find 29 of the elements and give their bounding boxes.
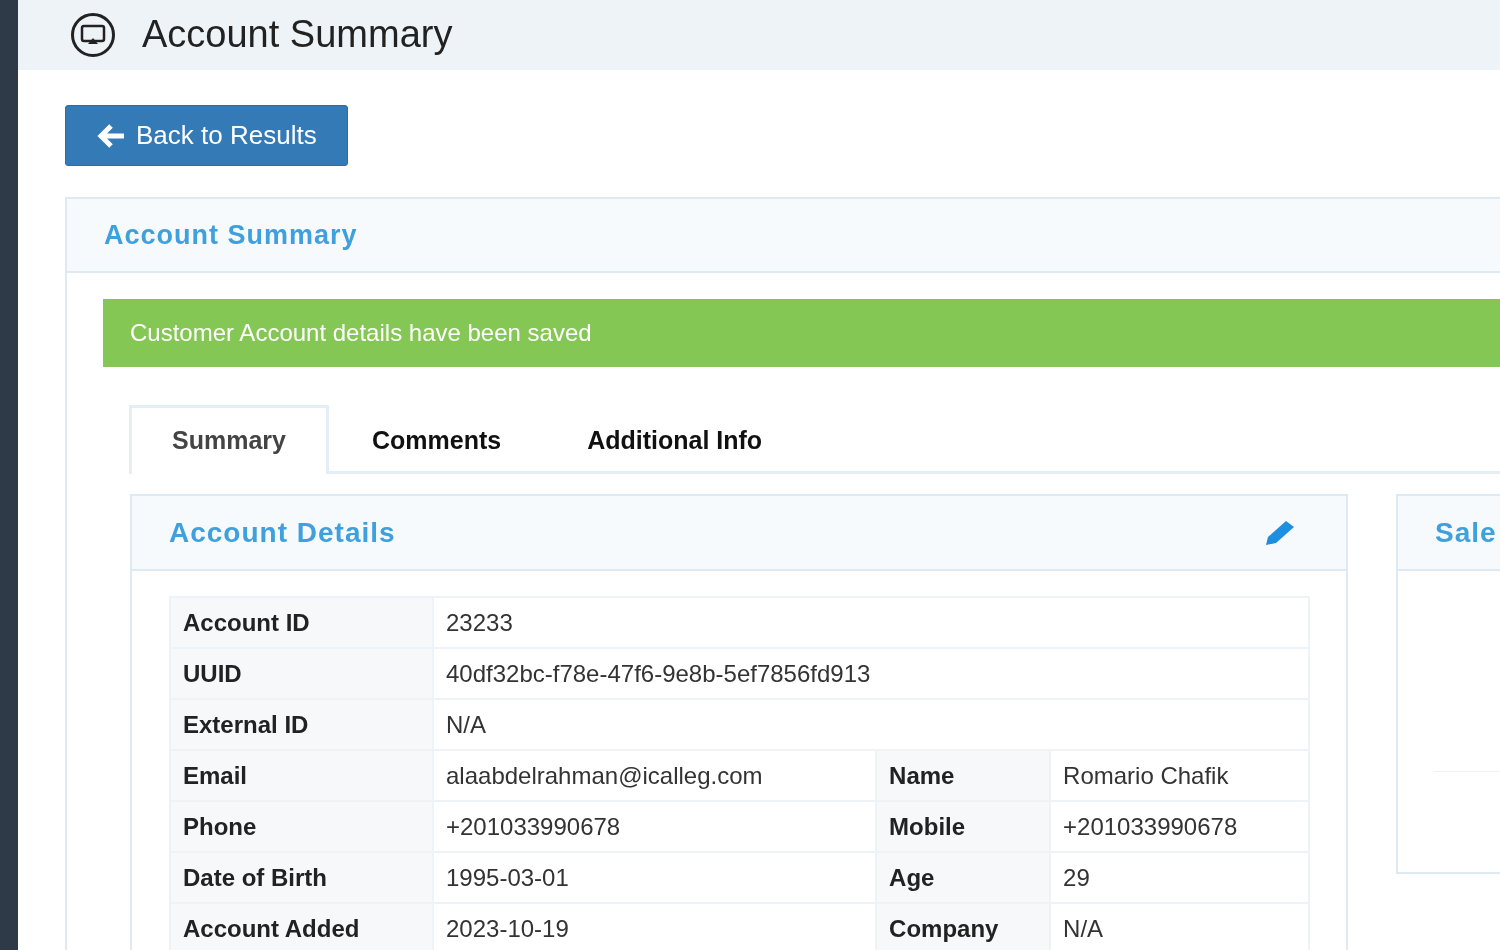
tab[interactable]: Comments [328, 405, 545, 474]
field-label: Name [876, 750, 1051, 801]
field-label: Account ID [170, 597, 433, 648]
field-label: Date of Birth [170, 852, 433, 903]
field-label: Email [170, 750, 433, 801]
field-label: Company [876, 903, 1051, 950]
field-label: UUID [170, 648, 433, 699]
field-value: 1995-03-01 [433, 852, 877, 903]
field-value: 23233 [433, 597, 1309, 648]
back-button[interactable]: Back to Results [65, 105, 348, 166]
field-value: Romario Chafik [1050, 750, 1309, 801]
card-title: Account Details [169, 515, 396, 550]
tab[interactable]: Summary [129, 405, 329, 474]
field-label: External ID [170, 699, 433, 750]
field-value: +201033990678 [1050, 801, 1309, 852]
card-title: Sale [1435, 515, 1497, 550]
page-title: Account Summary [142, 12, 453, 58]
field-value: +201033990678 [433, 801, 877, 852]
success-alert: Customer Account details have been saved [103, 299, 1500, 367]
field-value: 40df32bc-f78e-47f6-9e8b-5ef7856fd913 [433, 648, 1309, 699]
tab[interactable]: Additional Info [544, 405, 806, 474]
panel-title: Account Summary [104, 218, 358, 252]
field-label: Mobile [876, 801, 1051, 852]
field-value: N/A [433, 699, 1309, 750]
field-value: 29 [1050, 852, 1309, 903]
field-label: Phone [170, 801, 433, 852]
field-label: Age [876, 852, 1051, 903]
field-label: Account Added [170, 903, 433, 950]
field-value: alaabdelrahman@icalleg.com [433, 750, 877, 801]
